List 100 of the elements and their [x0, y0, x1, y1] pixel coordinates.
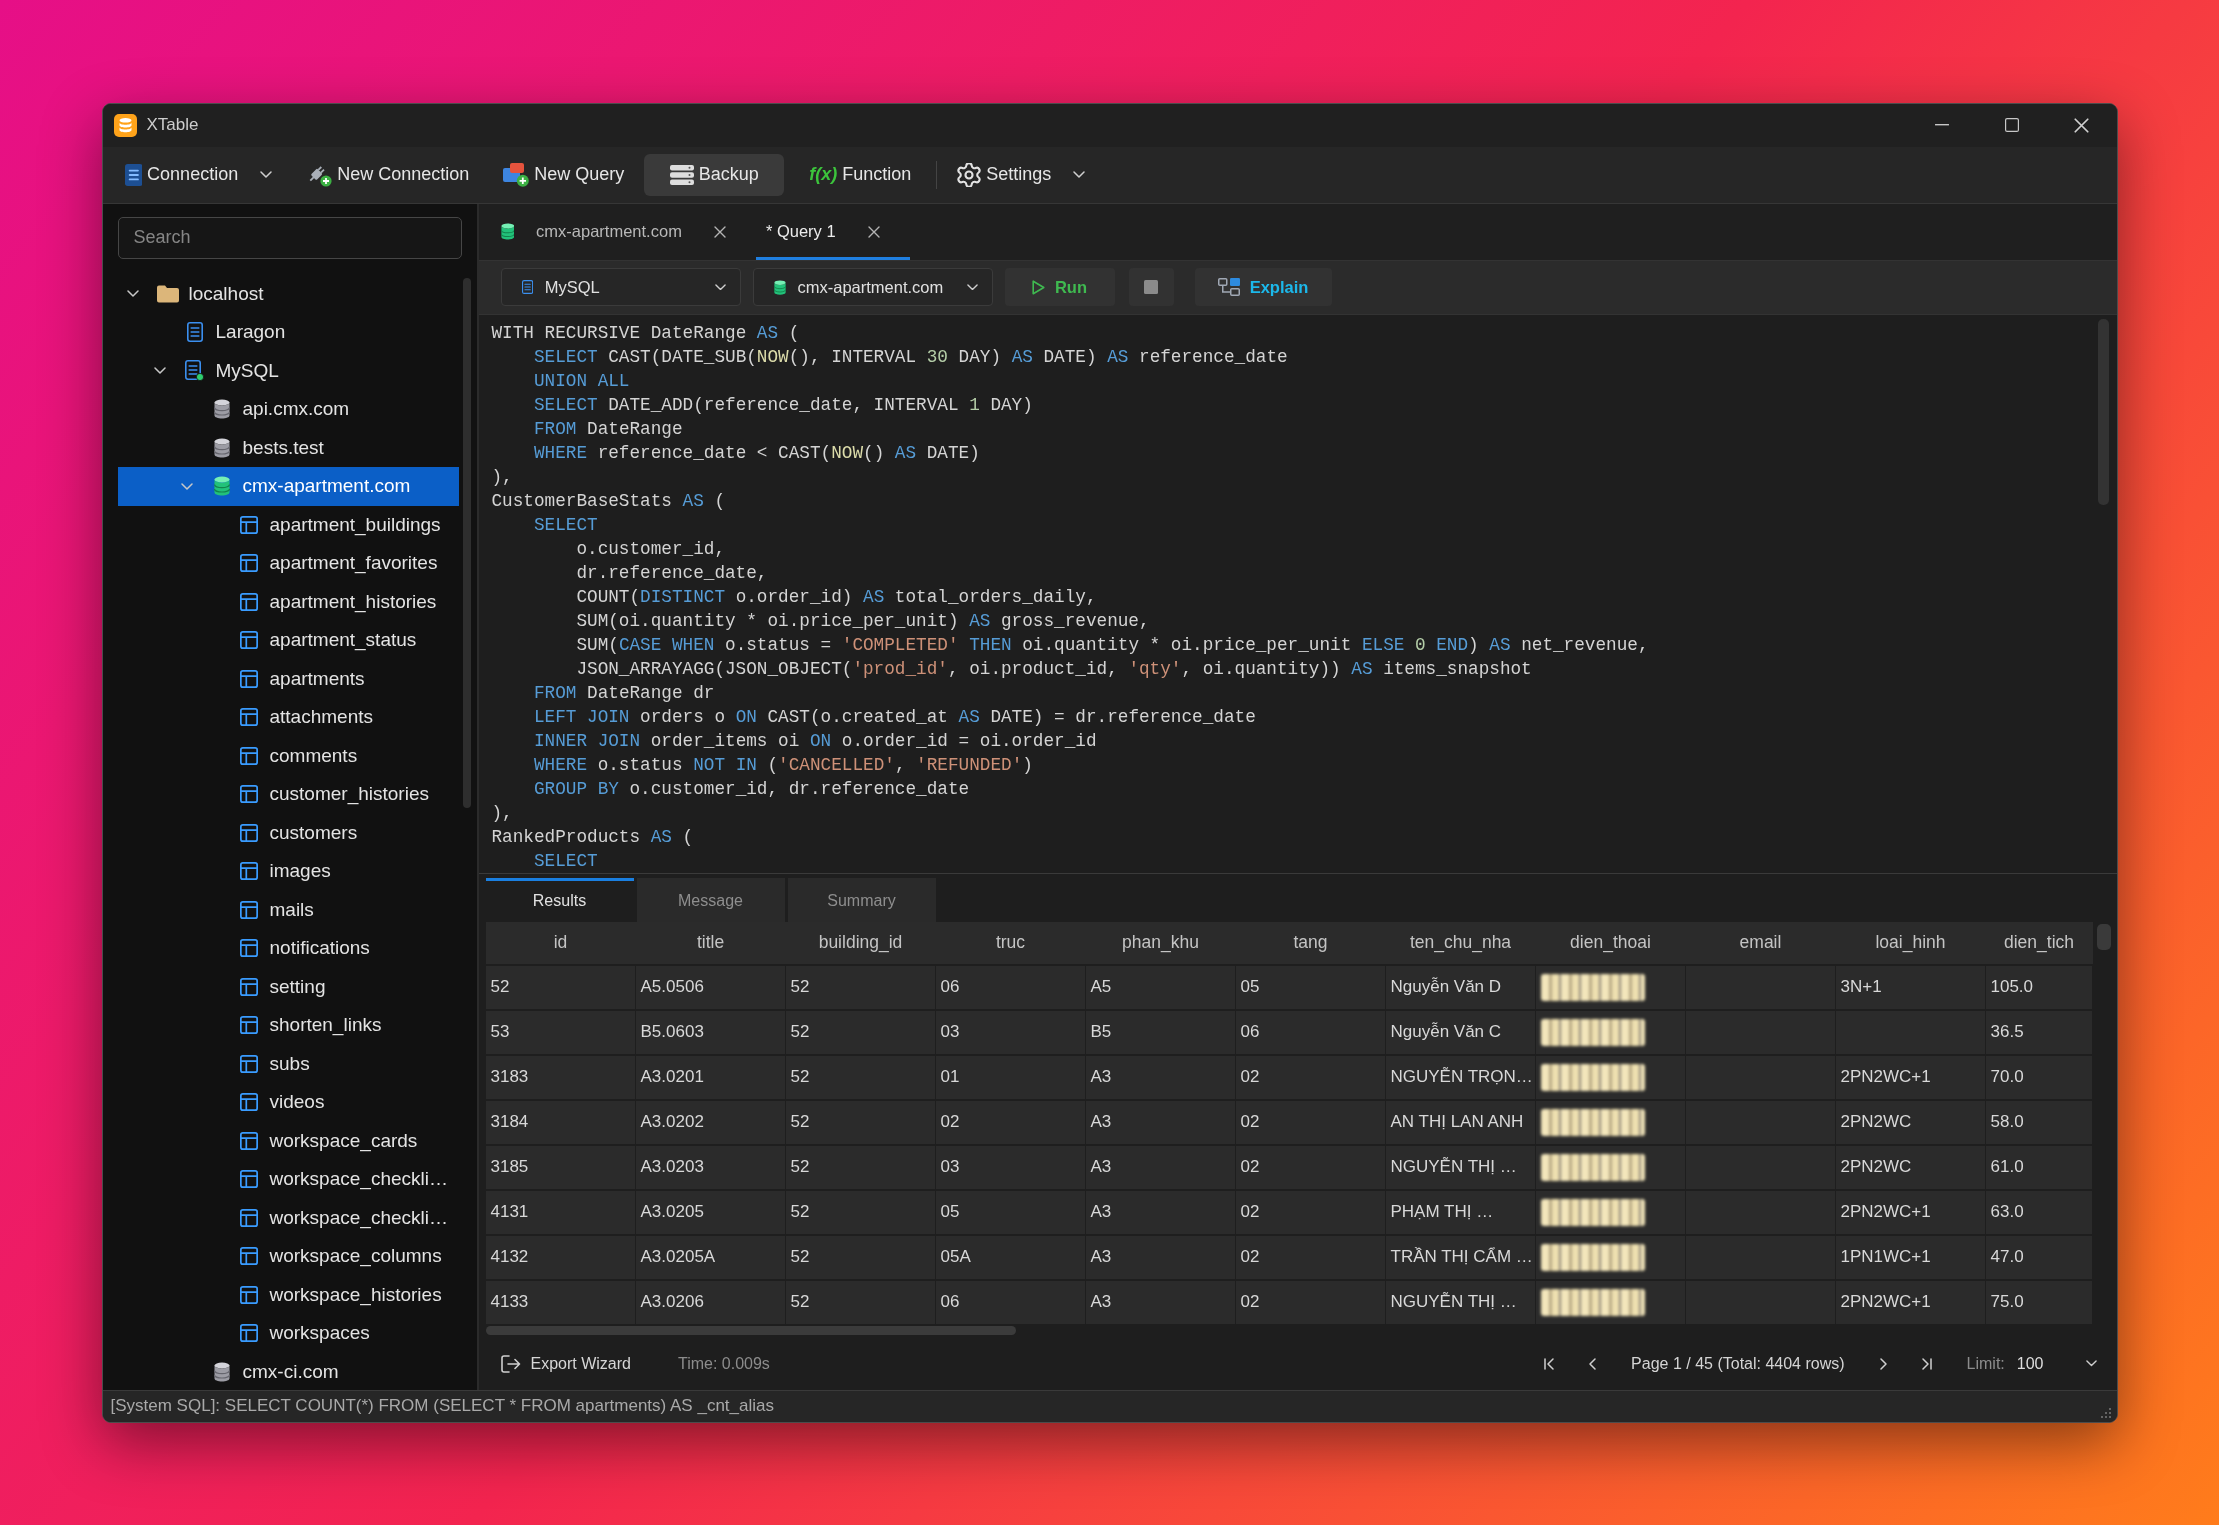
tree-item[interactable]: apartments — [117, 659, 459, 698]
tree-item[interactable]: workspace_checkli… — [117, 1198, 459, 1237]
column-header[interactable]: dien_tich — [1985, 921, 2093, 964]
table-cell: A3.0202 — [635, 1100, 786, 1144]
close-icon[interactable] — [2074, 117, 2089, 133]
engine-select[interactable]: MySQL — [500, 268, 741, 306]
table-cell: 2PN2WC — [1835, 1100, 1986, 1144]
next-page-icon[interactable] — [1879, 1357, 1887, 1370]
table-cell: 2PN2WC — [1835, 1145, 1986, 1189]
tree-item[interactable]: images — [117, 852, 459, 891]
tree-item[interactable]: subs — [117, 1044, 459, 1083]
column-header[interactable]: phan_khu — [1085, 921, 1236, 964]
stop-button[interactable] — [1128, 268, 1174, 306]
previous-page-icon[interactable] — [1589, 1357, 1597, 1370]
column-header[interactable]: ten_chu_nha — [1385, 921, 1536, 964]
tree-item[interactable]: videos — [117, 1083, 459, 1122]
tree-item[interactable]: cmx-apartment.com — [117, 467, 459, 506]
column-header[interactable]: loai_hinh — [1835, 921, 1986, 964]
last-page-icon[interactable] — [1921, 1357, 1932, 1370]
tree-item[interactable]: api.cmx.com — [117, 390, 459, 429]
column-header[interactable]: tang — [1235, 921, 1386, 964]
tree-item[interactable]: mails — [117, 890, 459, 929]
tree-item[interactable]: shorten_links — [117, 1006, 459, 1045]
tree-item[interactable]: customer_histories — [117, 775, 459, 814]
table-icon — [239, 631, 258, 650]
table-icon — [239, 592, 258, 611]
tree-item[interactable]: apartment_status — [117, 621, 459, 660]
table-icon — [239, 1247, 258, 1266]
table-cell: 03 — [935, 1010, 1086, 1054]
tree-item[interactable]: workspaces — [117, 1314, 459, 1353]
result-tab[interactable]: Summary — [787, 877, 936, 922]
code-line: WITH RECURSIVE DateRange AS ( — [491, 322, 800, 343]
tree-item[interactable]: Laragon — [117, 313, 459, 352]
maximize-icon[interactable] — [2004, 118, 2019, 132]
table-cell: 52 — [785, 1280, 936, 1324]
table-cell: 05 — [935, 1190, 1086, 1234]
table-cell: 2PN2WC+1 — [1835, 1055, 1986, 1099]
editor-tab[interactable]: cmx-apartment.com — [490, 203, 756, 260]
table-cell: A5 — [1085, 965, 1236, 1009]
server-stack-icon — [669, 164, 694, 185]
table-cell: A3 — [1085, 1055, 1236, 1099]
scrollbar-thumb[interactable] — [462, 277, 471, 808]
tree-item[interactable]: setting — [117, 967, 459, 1006]
table-cell: 61.0 — [1985, 1145, 2093, 1189]
code-line: o.customer_id, — [576, 538, 725, 559]
database-select[interactable]: cmx-apartment.com — [752, 268, 993, 306]
list-icon — [521, 280, 533, 294]
resize-grip-icon[interactable] — [2100, 1407, 2111, 1418]
table-cell: B5.0603 — [635, 1010, 786, 1054]
scrollbar-thumb[interactable] — [485, 1325, 1016, 1335]
tree-item[interactable]: notifications — [117, 929, 459, 968]
toolbar-button[interactable]: Connection — [110, 153, 287, 196]
tree-item[interactable]: apartment_histories — [117, 582, 459, 621]
limit-select[interactable]: 100 — [2016, 1354, 2097, 1373]
column-header[interactable]: email — [1685, 921, 1836, 964]
tree-item[interactable]: workspace_cards — [117, 1121, 459, 1160]
table-cell: 1PN1WC+1 — [1835, 1235, 1986, 1279]
table-cell: Nguyễn Văn C — [1385, 1010, 1536, 1054]
tree-item[interactable]: apartment_buildings — [117, 505, 459, 544]
close-icon[interactable] — [713, 225, 726, 238]
tree-item[interactable]: apartment_favorites — [117, 544, 459, 583]
tree-item[interactable]: bests.test — [117, 428, 459, 467]
table-cell: 01 — [935, 1055, 1086, 1099]
toolbar-button[interactable]: f(x) Function — [790, 153, 931, 196]
code-line: ), — [491, 466, 513, 487]
tree-item[interactable]: customers — [117, 813, 459, 852]
column-header[interactable]: truc — [935, 921, 1086, 964]
close-icon[interactable] — [867, 225, 880, 238]
tree-item[interactable]: cmx-ci.com — [117, 1352, 459, 1390]
toolbar-button[interactable]: Settings — [943, 153, 1100, 196]
column-header[interactable]: building_id — [785, 921, 936, 964]
tree-item[interactable]: MySQL — [117, 351, 459, 390]
toolbar-button[interactable]: New Connection — [292, 153, 484, 196]
search-field[interactable]: Search — [117, 216, 462, 259]
tree-item[interactable]: workspace_histories — [117, 1275, 459, 1314]
tree-item[interactable]: workspace_checkli… — [117, 1160, 459, 1199]
tree-item[interactable]: attachments — [117, 698, 459, 737]
column-header[interactable]: dien_thoai — [1535, 921, 1686, 964]
column-header[interactable]: id — [485, 921, 636, 964]
minimize-icon[interactable] — [1934, 124, 1949, 126]
explain-button[interactable]: Explain — [1194, 268, 1332, 306]
scrollbar-thumb[interactable] — [2096, 923, 2111, 950]
table-icon — [239, 1324, 258, 1343]
settings-icon — [957, 162, 982, 187]
tree-item[interactable]: comments — [117, 736, 459, 775]
app-logo-icon — [113, 113, 137, 137]
first-page-icon[interactable] — [1544, 1357, 1555, 1370]
result-tab[interactable]: Message — [636, 877, 785, 922]
tree-item[interactable]: workspace_columns — [117, 1237, 459, 1276]
export-wizard-button[interactable]: Export Wizard — [500, 1354, 631, 1373]
toolbar-button[interactable]: New Query — [489, 153, 639, 196]
table-icon — [239, 746, 258, 765]
column-header[interactable]: title — [635, 921, 786, 964]
table-icon — [239, 554, 258, 573]
toolbar-button[interactable]: Backup — [644, 153, 785, 196]
run-button[interactable]: Run — [1004, 268, 1115, 306]
table-icon — [239, 823, 258, 842]
code-line: SELECT CAST(DATE_SUB(NOW(), INTERVAL 30 DAY) AS DATE) AS reference_date — [533, 346, 1288, 367]
tree-item[interactable]: localhost — [117, 274, 459, 313]
table-cell: 02 — [1235, 1235, 1386, 1279]
